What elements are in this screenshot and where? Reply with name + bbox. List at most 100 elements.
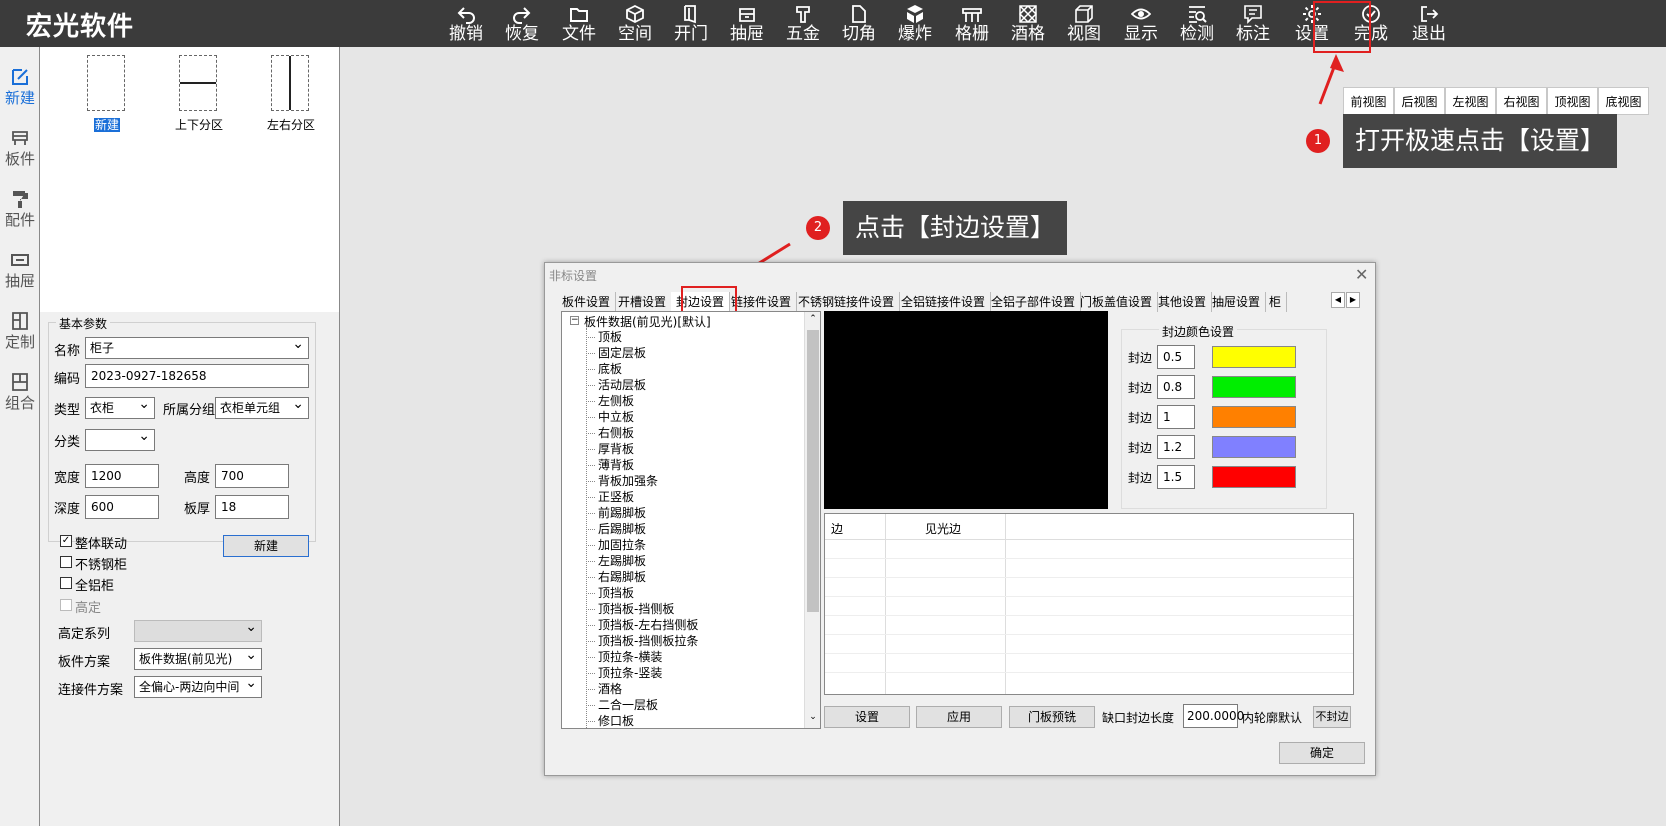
toolbar-explode-button[interactable]: 爆炸	[887, 0, 943, 47]
toolbar-grille-button[interactable]: 格栅	[944, 0, 1000, 47]
edge-thickness-input[interactable]: 1.5	[1157, 465, 1195, 489]
dialog-tab-4[interactable]: 不锈钢链接件设置	[793, 292, 901, 312]
tree-item[interactable]: 左侧板	[585, 393, 634, 409]
stainless-checkbox[interactable]	[60, 556, 72, 568]
tree-item[interactable]: 酒格	[585, 681, 622, 697]
linkage-checkbox[interactable]: ✓	[60, 535, 72, 547]
tree-item[interactable]: 顶挡板	[585, 585, 634, 601]
tree-item[interactable]: 顶挡板-挡侧板拉条	[585, 633, 698, 649]
leftnav-item-3[interactable]: 抽屉	[0, 250, 40, 291]
group-select[interactable]: 衣柜单元组	[215, 394, 309, 419]
tree-item[interactable]: 顶拉条-横装	[585, 649, 662, 665]
tab-scroll-left-icon[interactable]: ◀	[1331, 292, 1345, 308]
new-button[interactable]: 新建	[223, 535, 309, 557]
tab-scroll-right-icon[interactable]: ▶	[1346, 292, 1360, 308]
name-select[interactable]: 柜子	[85, 334, 309, 359]
tree-item[interactable]: 厚背板	[585, 441, 634, 457]
edge-color-swatch[interactable]	[1212, 466, 1296, 488]
toolbar-annotate-button[interactable]: 标注	[1225, 0, 1281, 47]
dialog-tab-0[interactable]: 板件设置	[557, 292, 617, 312]
edge-color-swatch[interactable]	[1212, 436, 1296, 458]
inner-contour-button[interactable]: 不封边	[1313, 706, 1351, 728]
tree-item[interactable]: 固定层板	[585, 345, 646, 361]
series-select[interactable]	[134, 617, 262, 642]
code-input[interactable]: 2023-0927-182658	[85, 364, 309, 388]
tree-item[interactable]: 中立板	[585, 409, 634, 425]
tree-item[interactable]: 顶挡板-挡侧板	[585, 601, 674, 617]
tree-item[interactable]: 顶拉条-竖装	[585, 665, 662, 681]
toolbar-drawer-button[interactable]: 抽屉	[719, 0, 775, 47]
tree-item[interactable]: 右侧板	[585, 425, 634, 441]
view-tab-4[interactable]: 顶视图	[1547, 87, 1598, 115]
gap-length-input[interactable]: 200.0000	[1183, 704, 1244, 728]
dialog-tab-10[interactable]: 柜	[1264, 292, 1288, 312]
toolbar-display-button[interactable]: 显示	[1113, 0, 1169, 47]
edge-color-swatch[interactable]	[1212, 406, 1296, 428]
toolbar-cut-button[interactable]: 切角	[831, 0, 887, 47]
leftnav-item-2[interactable]: 配件	[0, 189, 40, 230]
view-tab-5[interactable]: 底视图	[1598, 87, 1649, 115]
edge-color-swatch[interactable]	[1212, 376, 1296, 398]
set-button[interactable]: 设置	[824, 706, 910, 728]
category-select[interactable]	[85, 426, 155, 451]
connector-plan-select[interactable]: 全偏心-两边向中间	[134, 673, 262, 698]
edge-thickness-input[interactable]: 0.5	[1157, 345, 1195, 369]
toolbar-space-button[interactable]: 空间	[607, 0, 663, 47]
tree-item[interactable]: 左踢脚板	[585, 553, 646, 569]
thickness-input[interactable]: 18	[215, 495, 289, 519]
toolbar-file-button[interactable]: 文件	[551, 0, 607, 47]
leftnav-item-1[interactable]: 板件	[0, 128, 40, 169]
toolbar-wine-button[interactable]: 酒格	[1000, 0, 1056, 47]
tree-item[interactable]: 前踢脚板	[585, 505, 646, 521]
leftnav-item-5[interactable]: 组合	[0, 372, 40, 413]
tree-root[interactable]: 板件数据(前见光)[默认]	[584, 313, 711, 330]
edge-color-swatch[interactable]	[1212, 346, 1296, 368]
ok-button[interactable]: 确定	[1279, 742, 1365, 764]
tree-item[interactable]: 后踢脚板	[585, 521, 646, 537]
toolbar-hardware-button[interactable]: 五金	[775, 0, 831, 47]
view-tab-1[interactable]: 后视图	[1394, 87, 1445, 115]
height-input[interactable]: 700	[215, 464, 289, 488]
dialog-tab-7[interactable]: 门板盖值设置	[1075, 292, 1159, 312]
toolbar-check-button[interactable]: 检测	[1169, 0, 1225, 47]
door-mill-button[interactable]: 门板预铣	[1009, 706, 1095, 728]
toolbar-door-button[interactable]: 开门	[663, 0, 719, 47]
tree-item[interactable]: 背板加强条	[585, 473, 658, 489]
tree-item[interactable]: 修口板	[585, 713, 634, 728]
toolbar-exit-button[interactable]: 退出	[1401, 0, 1457, 47]
view-tab-2[interactable]: 左视图	[1445, 87, 1496, 115]
dialog-tab-6[interactable]: 全铝子部件设置	[986, 292, 1082, 312]
tree-scrollbar[interactable]: ⌃ ⌄	[804, 312, 820, 728]
tree-item[interactable]: 底板	[585, 361, 622, 377]
tree-item[interactable]: 右踢脚板	[585, 569, 646, 585]
close-icon[interactable]: ✕	[1355, 265, 1368, 284]
view-tab-3[interactable]: 右视图	[1496, 87, 1547, 115]
dialog-tab-8[interactable]: 其他设置	[1153, 292, 1213, 312]
dialog-tab-5[interactable]: 全铝链接件设置	[896, 292, 992, 312]
board-plan-select[interactable]: 板件数据(前见光)	[134, 645, 262, 670]
dialog-tab-1[interactable]: 开槽设置	[613, 292, 673, 312]
tree-collapse-icon[interactable]: −	[570, 316, 579, 325]
type-select[interactable]: 衣柜	[85, 394, 155, 419]
leftnav-item-0[interactable]: 新建	[0, 67, 40, 108]
custom-height-checkbox[interactable]	[60, 599, 72, 611]
width-input[interactable]: 1200	[85, 464, 159, 488]
depth-input[interactable]: 600	[85, 495, 159, 519]
dialog-tab-9[interactable]: 抽屉设置	[1207, 292, 1267, 312]
leftnav-item-4[interactable]: 定制	[0, 311, 40, 352]
tree-item[interactable]: 二合一层板	[585, 697, 658, 713]
edge-thickness-input[interactable]: 0.8	[1157, 375, 1195, 399]
toolbar-redo-button[interactable]: 恢复	[494, 0, 550, 47]
tree-item[interactable]: 加固拉条	[585, 537, 646, 553]
tree-item[interactable]: 正竖板	[585, 489, 634, 505]
toolbar-view-button[interactable]: 视图	[1056, 0, 1112, 47]
tree-item[interactable]: 活动层板	[585, 377, 646, 393]
apply-button[interactable]: 应用	[916, 706, 1002, 728]
tree-scroll-thumb[interactable]	[807, 330, 819, 612]
tree-item[interactable]: 薄背板	[585, 457, 634, 473]
tree-item[interactable]: 顶板	[585, 329, 622, 345]
edge-thickness-input[interactable]: 1	[1157, 405, 1195, 429]
tree-item[interactable]: 顶挡板-左右挡侧板	[585, 617, 698, 633]
edge-thickness-input[interactable]: 1.2	[1157, 435, 1195, 459]
aluminum-checkbox[interactable]	[60, 577, 72, 589]
